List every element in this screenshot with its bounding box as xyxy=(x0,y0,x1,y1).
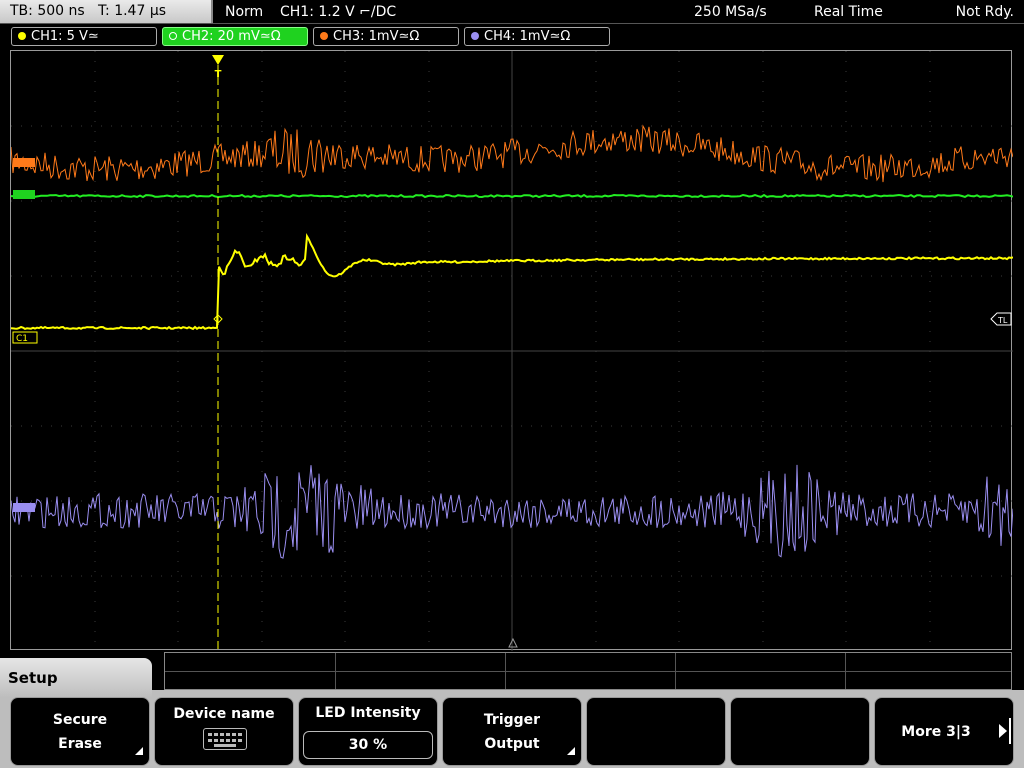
submenu-corner-icon xyxy=(567,747,575,755)
next-page-bar xyxy=(1009,718,1011,744)
submenu-corner-icon xyxy=(135,747,143,755)
acquisition-mode: Real Time xyxy=(814,4,883,20)
channel-4-offset-marker[interactable] xyxy=(13,503,35,512)
acquisition-status: Not Rdy. xyxy=(955,4,1014,20)
timebase-readout[interactable]: TB: 500 ns T: 1.47 µs xyxy=(0,0,213,23)
softkey-5-empty[interactable] xyxy=(586,697,726,766)
trigger-position-icon[interactable] xyxy=(212,55,224,65)
channel-4-color-dot xyxy=(471,32,479,40)
trigger-mode[interactable]: Norm xyxy=(225,0,263,24)
memory-overview xyxy=(164,652,1012,690)
status-bar: TB: 500 ns T: 1.47 µs Norm CH1: 1.2 V ⌐/… xyxy=(0,0,1024,24)
channel-4-tab[interactable]: CH4: 1mV≃Ω xyxy=(464,27,610,46)
softkey-6-empty[interactable] xyxy=(730,697,870,766)
sample-rate: 250 MSa/s xyxy=(694,4,767,20)
channel-3-color-dot xyxy=(320,32,328,40)
graticule xyxy=(11,51,1013,651)
channel-2-color-dot xyxy=(169,32,177,40)
softkey-label-3: LED Intensity xyxy=(315,705,421,721)
waveform-canvas: T C1 TL xyxy=(11,51,1013,651)
softkey-label-7: More 3|3 xyxy=(901,724,971,740)
divider xyxy=(0,23,1024,24)
channel-1-color-dot xyxy=(18,32,26,40)
channel-4-label: CH4: 1mV≃Ω xyxy=(484,29,571,44)
next-page-icon xyxy=(999,724,1007,738)
trigger-level-label: TL xyxy=(997,316,1008,325)
softkey-sublabel-4: Output xyxy=(484,736,540,752)
channel-3-label: CH3: 1mV≃Ω xyxy=(333,29,420,44)
waveform-display[interactable]: T C1 TL xyxy=(10,50,1013,651)
softkey-sublabel-1: Erase xyxy=(58,736,102,752)
softkey-label-4: Trigger xyxy=(483,712,541,728)
led-intensity-button[interactable]: LED Intensity 30 % xyxy=(298,697,438,766)
channel-1-label: CH1: 5 V≃ xyxy=(31,29,99,44)
trigger-output-button[interactable]: Trigger Output xyxy=(442,697,582,766)
trigger-source-readout[interactable]: CH1: 1.2 V ⌐/DC xyxy=(280,0,396,24)
channel-2-tab[interactable]: CH2: 20 mV≃Ω xyxy=(162,27,308,46)
softkey-label-2: Device name xyxy=(173,706,275,722)
led-intensity-value[interactable]: 30 % xyxy=(303,731,433,759)
menu-title: Setup xyxy=(0,658,152,698)
channel-2-label: CH2: 20 mV≃Ω xyxy=(182,29,281,44)
channel-3-offset-marker[interactable] xyxy=(13,158,35,167)
channel-1-offset-label: C1 xyxy=(16,334,28,344)
secure-erase-button[interactable]: Secure Erase xyxy=(10,697,150,766)
channel-2-offset-marker[interactable] xyxy=(13,190,35,199)
softkey-label-1: Secure xyxy=(52,712,108,728)
channel-1-tab[interactable]: CH1: 5 V≃ xyxy=(11,27,157,46)
device-name-button[interactable]: Device name xyxy=(154,697,294,766)
channel-3-tab[interactable]: CH3: 1mV≃Ω xyxy=(313,27,459,46)
keyboard-icon xyxy=(203,728,247,750)
trigger-marker-label: T xyxy=(215,69,222,80)
horizontal-center-marker xyxy=(508,637,518,648)
more-pages-button[interactable]: More 3|3 xyxy=(874,697,1014,766)
